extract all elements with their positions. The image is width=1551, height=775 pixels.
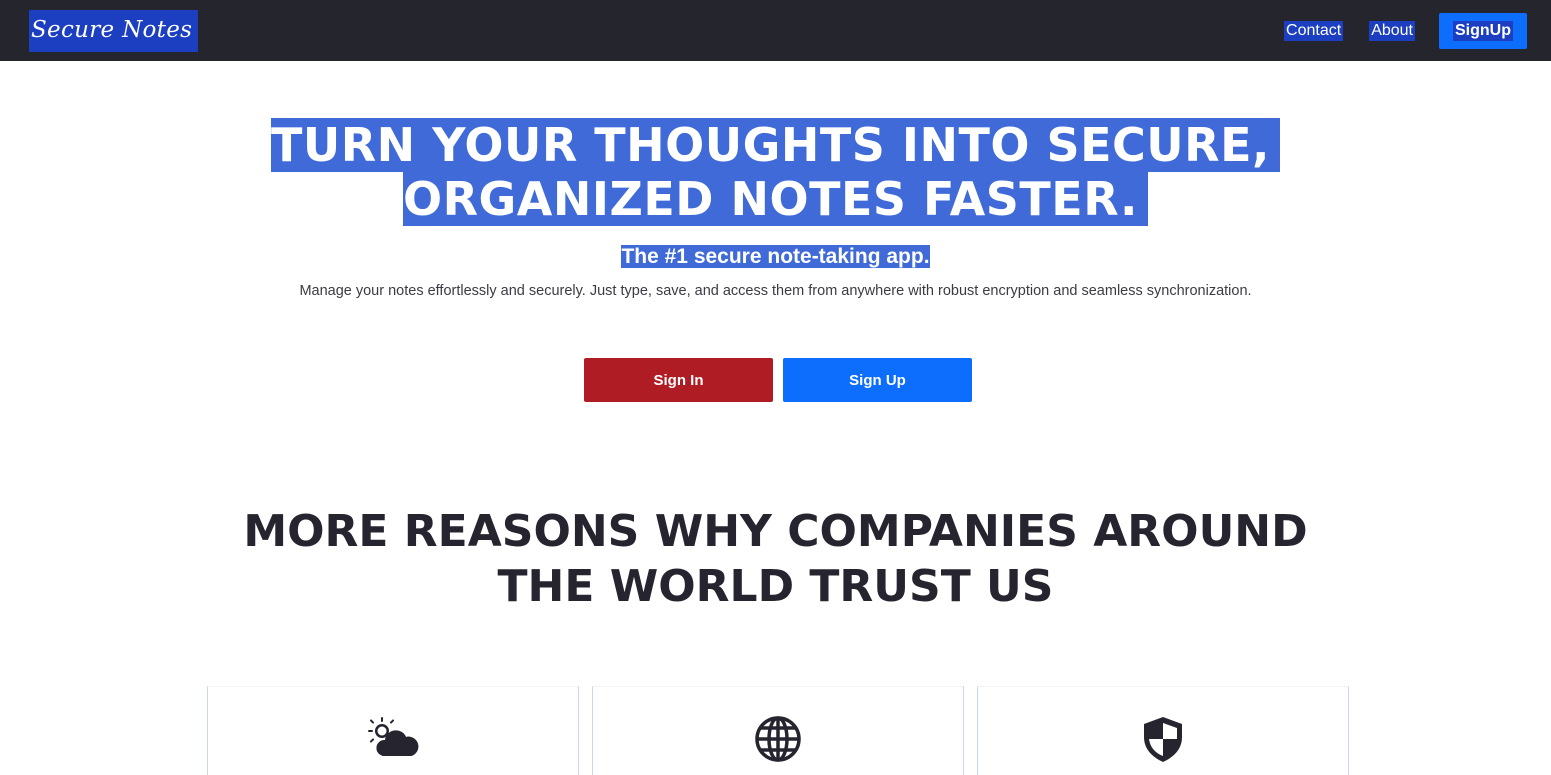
reasons-title-line-2: THE WORLD TRUST US	[497, 561, 1054, 612]
feature-card-cloud	[207, 686, 579, 775]
nav-link-about[interactable]: About	[1369, 20, 1415, 41]
feature-card-globe	[592, 686, 964, 775]
hero-title: TURN YOUR THOUGHTS INTO SECURE, ORGANIZE…	[0, 118, 1551, 226]
brand-logo[interactable]: Secure Notes	[29, 9, 199, 52]
feature-cards	[207, 686, 1349, 775]
hero-title-line-2: ORGANIZED NOTES FASTER.	[403, 172, 1148, 226]
globe-icon	[755, 716, 801, 762]
nav-signup-button[interactable]: SignUp	[1439, 12, 1527, 49]
reasons-title: MORE REASONS WHY COMPANIES AROUND THE WO…	[0, 504, 1551, 614]
hero-tagline: The #1 secure note-taking app.	[0, 242, 1551, 271]
cta-buttons: Sign In Sign Up	[584, 358, 972, 402]
hero-tagline-text: The #1 secure note-taking app.	[621, 245, 930, 268]
navbar: Secure Notes Contact About SignUp	[0, 0, 1551, 61]
hero-title-line-1: TURN YOUR THOUGHTS INTO SECURE,	[271, 118, 1280, 172]
shield-icon	[1144, 717, 1182, 762]
cloud-sun-icon	[368, 717, 419, 756]
feature-card-shield	[977, 686, 1349, 775]
reasons-title-line-1: MORE REASONS WHY COMPANIES AROUND	[243, 506, 1308, 557]
nav-link-contact[interactable]: Contact	[1284, 20, 1344, 41]
sign-up-button[interactable]: Sign Up	[783, 358, 972, 402]
hero-description: Manage your notes effortlessly and secur…	[299, 283, 1252, 299]
hero-section: TURN YOUR THOUGHTS INTO SECURE, ORGANIZE…	[0, 118, 1551, 299]
nav-links: Contact About SignUp	[1284, 12, 1527, 49]
nav-signup-label: SignUp	[1453, 20, 1513, 41]
sign-in-button[interactable]: Sign In	[584, 358, 773, 402]
